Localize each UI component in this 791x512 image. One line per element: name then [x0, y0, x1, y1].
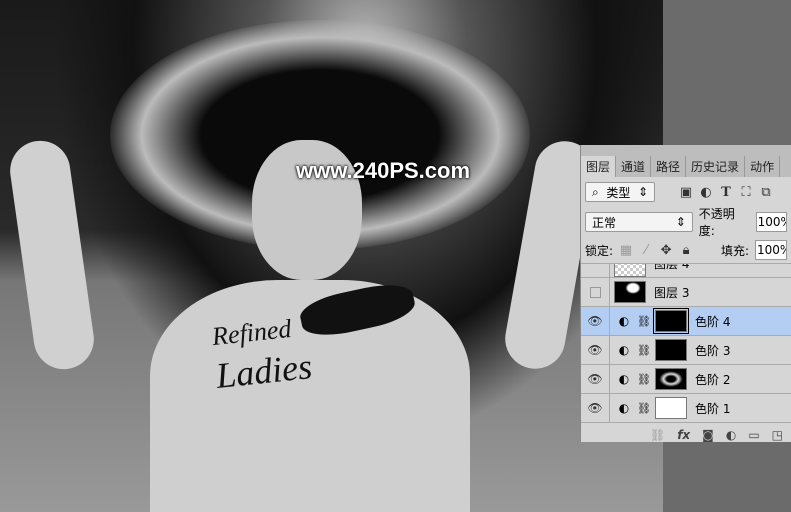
layer-mask-thumbnail[interactable]	[655, 397, 687, 419]
lock-move-icon[interactable]: ✥	[659, 243, 673, 258]
panel-tabs: 图层 通道 路径 历史记录 动作	[581, 145, 791, 177]
watermark: www.240PS.com	[296, 158, 471, 183]
blend-mode-value: 正常	[592, 215, 617, 230]
layer-row[interactable]: 图层 3	[581, 278, 791, 307]
layer-name: 色阶 4	[695, 314, 731, 329]
adjustment-icon: ◐	[618, 372, 630, 386]
adjustment-icon: ◐	[618, 314, 630, 328]
link-icon[interactable]: ⛓	[637, 315, 651, 328]
mask-icon[interactable]: ◙	[702, 428, 714, 442]
updown-icon: ⇕	[637, 185, 648, 199]
eye-icon[interactable]: 👁︎	[581, 336, 610, 364]
fx-icon[interactable]: fx	[677, 428, 690, 442]
lock-label: 锁定:	[585, 243, 614, 258]
layer-row[interactable]: 👁︎ ◐ ⛓ 色阶 2	[581, 365, 791, 394]
canvas-photo[interactable]: Refined Ladies www.240PS.com	[0, 0, 663, 512]
layer-row[interactable]: 👁︎ ◐ ⛓ 色阶 3	[581, 336, 791, 365]
link-icon[interactable]: ⛓	[637, 344, 651, 357]
layer-list: 图层 4 图层 3 👁︎ ◐ ⛓ 色阶 4 👁︎ ◐ ⛓ 色阶 3 👁︎ ◐ ⛓…	[581, 263, 791, 423]
link-icon[interactable]: ⛓	[637, 373, 651, 386]
adjustment-icon: ◐	[618, 401, 630, 415]
tab-history[interactable]: 历史记录	[686, 156, 746, 177]
tab-layers[interactable]: 图层	[581, 156, 617, 177]
left-arm	[6, 136, 98, 374]
image-icon[interactable]: ▣	[679, 185, 693, 200]
shape-icon[interactable]: ⛶	[739, 185, 753, 200]
lock-all-icon[interactable]: 🔒︎	[679, 243, 693, 258]
layer-name: 色阶 1	[695, 401, 731, 416]
eye-icon[interactable]: 👁︎	[581, 394, 610, 422]
type-icon[interactable]: T	[719, 185, 733, 200]
workspace-background	[663, 0, 791, 145]
adjustment-icon[interactable]: ◐	[699, 185, 713, 200]
visibility-toggle[interactable]	[581, 264, 610, 277]
smart-object-icon[interactable]: ⧉	[759, 185, 773, 200]
layer-row[interactable]: 👁︎ ◐ ⛓ 色阶 1	[581, 394, 791, 423]
lock-paint-icon[interactable]: ⁄	[639, 243, 653, 258]
layer-mask-thumbnail[interactable]	[655, 368, 687, 390]
opacity-input[interactable]: 100%	[755, 212, 787, 232]
filter-label: 类型	[606, 185, 631, 200]
visibility-toggle[interactable]	[581, 278, 610, 306]
layer-name: 色阶 3	[695, 343, 731, 358]
eye-icon[interactable]: 👁︎	[581, 365, 610, 393]
layer-name: 图层 3	[654, 285, 690, 300]
layer-thumbnail	[614, 264, 646, 277]
layer-thumbnail	[614, 281, 646, 303]
updown-icon: ⇕	[675, 215, 686, 229]
new-layer-icon[interactable]: ◳	[772, 428, 783, 442]
blend-row: 正常 ⇕ 不透明度: 100%	[581, 207, 791, 238]
filter-row: ⌕ 类型 ⇕ ▣ ◐ T ⛶ ⧉	[581, 177, 791, 207]
folder-icon[interactable]: ▭	[748, 428, 759, 442]
tab-paths[interactable]: 路径	[651, 156, 687, 177]
layer-mask-thumbnail[interactable]	[655, 339, 687, 361]
fill-input[interactable]: 100%	[755, 240, 787, 260]
eye-icon[interactable]: 👁︎	[581, 307, 610, 335]
opacity-label: 不透明度:	[698, 207, 735, 238]
lock-row: 锁定: ▦ ⁄ ✥ 🔒︎ 填充: 100%	[581, 237, 791, 263]
layer-name: 色阶 2	[695, 372, 731, 387]
blend-mode-select[interactable]: 正常 ⇕	[585, 212, 693, 232]
filter-select[interactable]: ⌕ 类型 ⇕	[585, 182, 655, 202]
tab-actions[interactable]: 动作	[745, 156, 781, 177]
adjustment-layer-icon[interactable]: ◐	[726, 428, 736, 442]
adjustment-icon: ◐	[618, 343, 630, 357]
layer-mask-thumbnail[interactable]	[653, 308, 689, 334]
layer-name: 图层 4	[654, 264, 690, 271]
fill-label: 填充:	[720, 243, 749, 258]
layers-panel: 图层 通道 路径 历史记录 动作 ⌕ 类型 ⇕ ▣ ◐ T ⛶ ⧉ 正常 ⇕ 不透明度…	[580, 145, 791, 442]
layer-row[interactable]: 图层 4	[581, 264, 791, 278]
link-icon[interactable]: ⛓	[637, 402, 651, 415]
tab-channels[interactable]: 通道	[616, 156, 652, 177]
panel-footer: ⛓ fx ◙ ◐ ▭ ◳	[581, 423, 791, 445]
search-icon: ⌕	[592, 184, 599, 199]
layer-row[interactable]: 👁︎ ◐ ⛓ 色阶 4	[581, 307, 791, 336]
link-icon[interactable]: ⛓	[650, 428, 665, 442]
lock-transparent-icon[interactable]: ▦	[619, 243, 633, 258]
